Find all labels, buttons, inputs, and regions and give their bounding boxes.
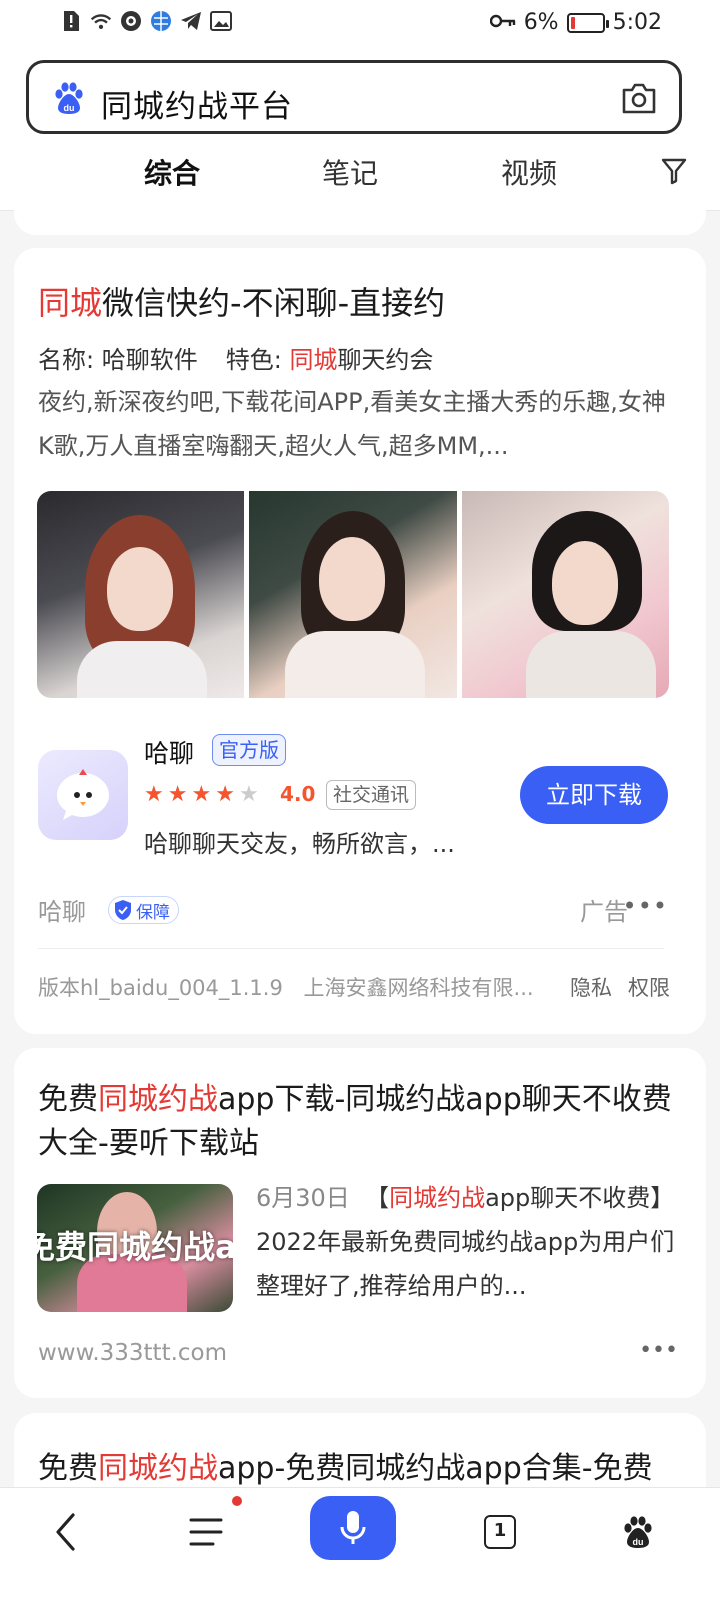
app-developer: 上海安鑫网络科技有限... — [303, 976, 534, 1000]
star-icon: ★ — [215, 782, 235, 807]
search-result-card[interactable]: 免费同城约战app下载-同城约战app聊天不收费大全-要听下载站 免费同城约战a… — [14, 1048, 706, 1398]
privacy-link[interactable]: 隐私 — [570, 976, 612, 1000]
gallery-icon — [210, 10, 232, 32]
key-icon — [489, 10, 516, 35]
category-badge: 社交通讯 — [326, 780, 417, 810]
svg-text:du: du — [64, 103, 75, 113]
microphone-icon — [340, 1511, 366, 1544]
baidu-paw-icon: du — [624, 1516, 652, 1548]
rating-stars: ★ ★ ★ ★ ★ — [144, 783, 259, 807]
result-title[interactable]: 免费同城约战app-免费同城约战app合集-免费 — [38, 1443, 688, 1487]
previous-result-card — [14, 195, 706, 235]
more-options-icon[interactable]: ••• — [623, 892, 668, 920]
sim-alert-icon — [60, 10, 82, 32]
search-box[interactable]: du 同城约战平台 — [26, 60, 682, 134]
thumbnail-caption: 免费同城约战a — [37, 1228, 233, 1266]
ad-source-row: 哈聊 保障 广告 ••• — [38, 892, 668, 928]
result-date: 6月30日 — [256, 1184, 350, 1212]
app-icon[interactable] — [38, 750, 128, 840]
app-name[interactable]: 哈聊 — [144, 734, 194, 770]
chevron-left-icon — [56, 1513, 75, 1551]
ad-description: 夜约,新深夜约吧,下载花间APP,看美女主播大秀的乐趣,女神K歌,万人直播室嗨翻… — [38, 388, 666, 460]
menu-button[interactable] — [182, 1508, 230, 1556]
chat-bird-icon — [57, 769, 109, 820]
voice-search-button[interactable] — [310, 1496, 396, 1560]
filter-icon[interactable] — [660, 156, 688, 186]
header: du 同城约战平台 综合 笔记 视频 — [0, 48, 720, 211]
guarantee-badge[interactable]: 保障 — [108, 896, 179, 924]
shield-check-icon — [115, 900, 131, 920]
ad-meta: 名称: 哈聊软件 特色: 同城聊天约会 — [38, 346, 434, 374]
official-badge: 官方版 — [212, 734, 286, 766]
star-icon: ★ — [167, 782, 188, 807]
ad-photo[interactable] — [461, 491, 669, 698]
app-notification-icon — [120, 10, 142, 32]
search-input[interactable]: 同城约战平台 — [101, 81, 293, 126]
ad-meta-name: 名称: 哈聊软件 — [38, 346, 198, 374]
result-url[interactable]: www.333ttt.com — [38, 1340, 227, 1366]
baidu-logo-icon: du — [55, 82, 83, 114]
result-thumbnail[interactable]: 免费同城约战a — [37, 1184, 233, 1312]
status-icons — [60, 10, 232, 32]
star-empty-icon: ★ — [238, 782, 259, 807]
svg-text:du: du — [633, 1537, 644, 1547]
app-description: 哈聊聊天交友，畅所欲言，... — [144, 830, 455, 858]
divider — [38, 948, 664, 949]
menu-icon — [189, 1518, 223, 1546]
status-right: 6% 5:02 — [489, 10, 662, 35]
download-button[interactable]: 立即下载 — [520, 766, 668, 824]
tab-comprehensive[interactable]: 综合 — [144, 152, 200, 192]
bottom-nav-bar: 1 du — [0, 1487, 720, 1600]
notification-dot — [232, 1496, 242, 1506]
baidu-home-button[interactable]: du — [614, 1508, 662, 1556]
tab-videos[interactable]: 视频 — [501, 152, 557, 192]
back-button[interactable] — [42, 1508, 90, 1556]
app-info-row: 版本hl_baidu_004_1.1.9 上海安鑫网络科技有限... 隐私 权限 — [38, 972, 670, 1002]
ad-photo-gallery — [37, 491, 669, 698]
permission-link[interactable]: 权限 — [628, 976, 670, 1000]
ad-title[interactable]: 同城微信快约-不闲聊-直接约 — [38, 278, 445, 324]
tab-count: 1 — [484, 1515, 516, 1549]
more-options-icon[interactable]: ••• — [639, 1338, 678, 1363]
rating-value: 4.0 — [280, 782, 316, 806]
app-version: 版本hl_baidu_004_1.1.9 — [38, 976, 283, 1000]
camera-icon[interactable] — [621, 81, 657, 115]
ad-photo[interactable] — [249, 491, 457, 698]
battery-percent: 6% — [523, 10, 559, 35]
tab-notes[interactable]: 笔记 — [322, 152, 378, 192]
source-name[interactable]: 哈聊 — [38, 892, 86, 927]
star-icon: ★ — [144, 782, 164, 807]
wifi-icon — [90, 10, 112, 32]
telegram-icon — [180, 10, 202, 32]
ad-label: 广告 — [580, 898, 628, 926]
browser-icon — [150, 10, 172, 32]
result-title[interactable]: 免费同城约战app下载-同城约战app聊天不收费大全-要听下载站 — [38, 1078, 678, 1166]
result-snippet: 6月30日 【同城约战app聊天不收费】2022年最新免费同城约战app为用户们… — [256, 1184, 675, 1300]
star-icon: ★ — [191, 782, 212, 807]
status-bar: 6% 5:02 — [0, 0, 720, 48]
tabs-button[interactable]: 1 — [476, 1508, 524, 1556]
clock: 5:02 — [612, 10, 662, 35]
ad-photo[interactable] — [37, 491, 245, 698]
ad-result-card[interactable]: 同城微信快约-不闲聊-直接约 名称: 哈聊软件 特色: 同城聊天约会 夜约,新深夜… — [14, 248, 706, 1034]
ad-meta-feature-label: 特色: — [225, 346, 290, 374]
guarantee-label: 保障 — [136, 902, 170, 923]
battery-icon — [566, 12, 609, 33]
